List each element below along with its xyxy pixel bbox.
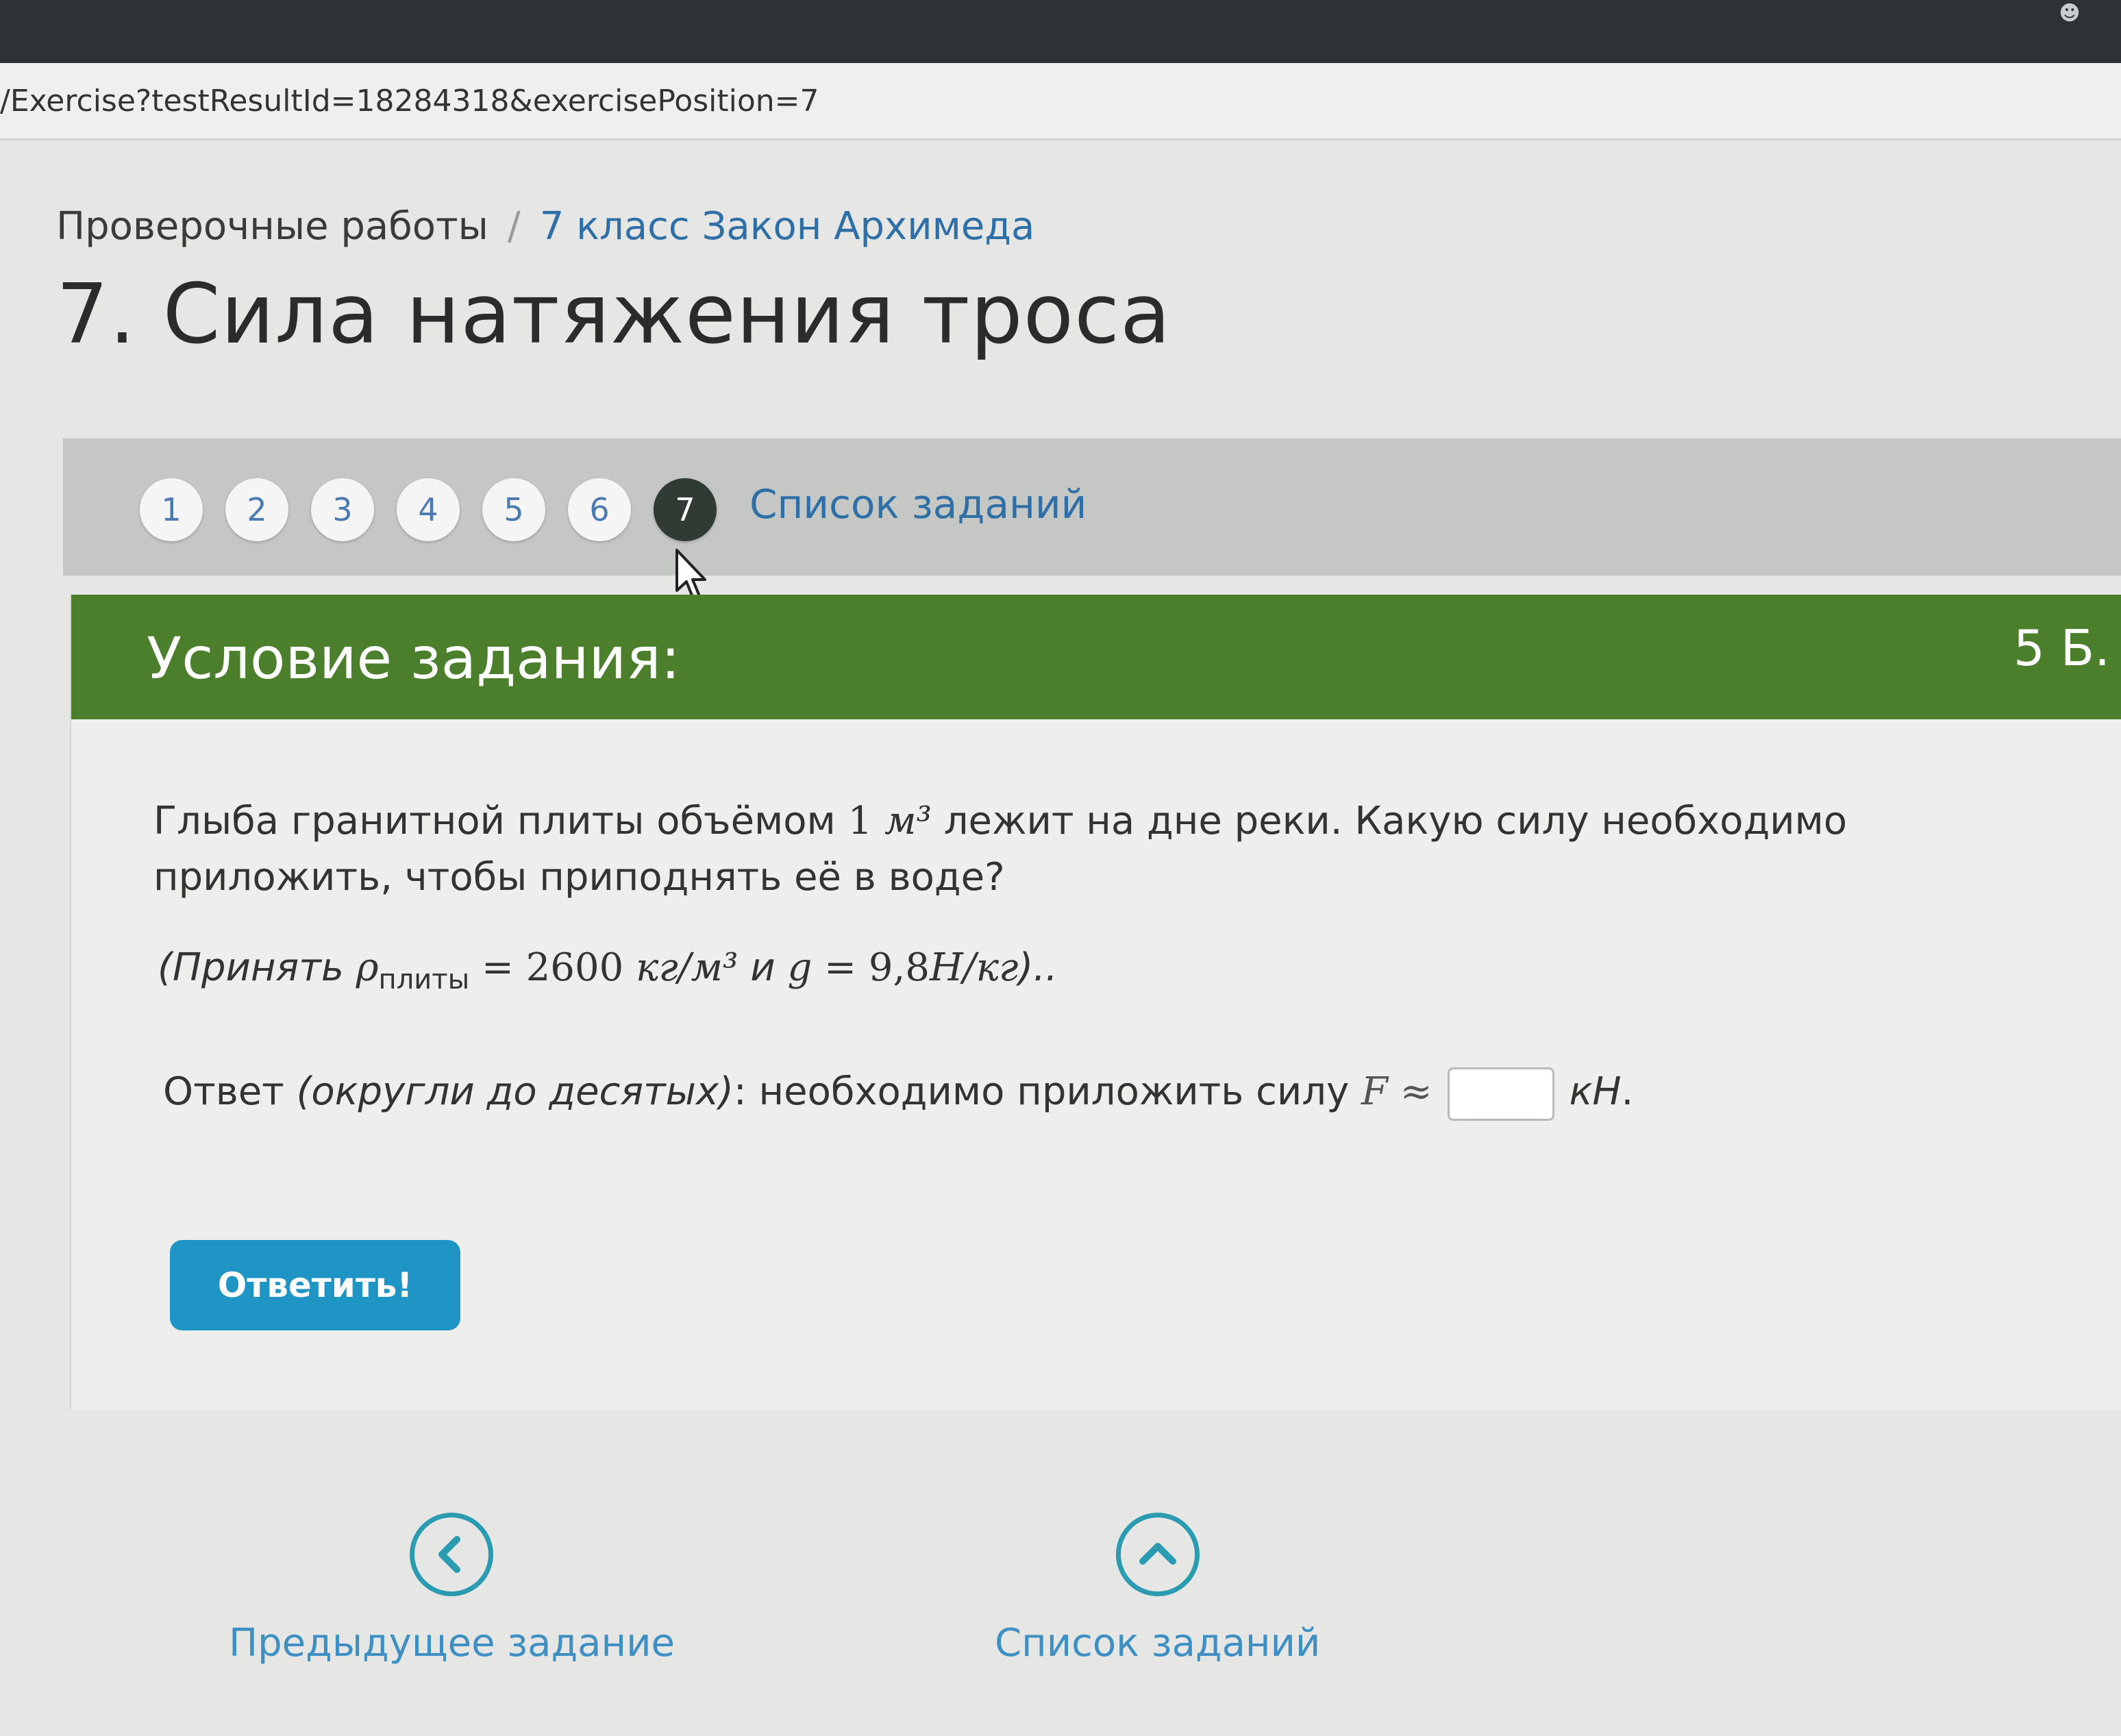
- answer-hint: (округли до десятых): [296, 1069, 734, 1115]
- task-list-nav[interactable]: Список заданий: [995, 1513, 1320, 1665]
- answer-line: Ответ (округли до десятых): необходимо п…: [163, 1067, 1633, 1121]
- g-unit: Н/кг: [929, 945, 1019, 990]
- step-3-button[interactable]: 3: [311, 478, 374, 541]
- rho-unit: кг/м³: [636, 945, 739, 990]
- browser-topbar: ☻: [0, 0, 2121, 63]
- given-values: (Принять ρплиты = 2600 кг/м³ и g = 9,8Н/…: [158, 945, 1058, 995]
- step-6-button[interactable]: 6: [568, 478, 631, 541]
- answer-middle: : необходимо приложить силу: [733, 1069, 1362, 1115]
- person-icon[interactable]: ☻: [2046, 0, 2094, 30]
- address-bar[interactable]: /Exercise?testResultId=18284318&exercise…: [0, 63, 2121, 140]
- previous-task-label[interactable]: Предыдущее задание: [229, 1621, 675, 1665]
- step-1-button[interactable]: 1: [140, 478, 203, 541]
- url-text[interactable]: /Exercise?testResultId=18284318&exercise…: [0, 84, 819, 119]
- chevron-left-icon[interactable]: [410, 1513, 494, 1596]
- question-part-1: Глыба гранитной плиты объёмом: [153, 799, 848, 843]
- given-suffix: )..: [1018, 945, 1058, 990]
- given-prefix: (Принять: [158, 945, 356, 990]
- rho-value: = 2600: [469, 945, 636, 990]
- rho-subscript: плиты: [378, 964, 470, 996]
- rho-symbol: ρ: [356, 945, 379, 990]
- submit-button[interactable]: Ответить!: [170, 1240, 460, 1330]
- and-word: и: [738, 945, 788, 990]
- step-4-button[interactable]: 4: [397, 478, 460, 541]
- chevron-up-icon[interactable]: [1115, 1513, 1200, 1596]
- breadcrumb-root[interactable]: Проверочные работы: [56, 204, 488, 249]
- task-list-link[interactable]: Список заданий: [749, 481, 1087, 528]
- task-panel: Условие задания: 5 Б. Глыба гранитной пл…: [70, 595, 2121, 1410]
- answer-unit: кН: [1569, 1069, 1622, 1115]
- breadcrumb-separator: /: [507, 204, 521, 249]
- breadcrumb-current[interactable]: 7 класс Закон Архимеда: [540, 204, 1035, 249]
- g-value: = 9,8: [812, 945, 930, 990]
- page-title: 7. Сила натяжения троса: [56, 267, 1171, 362]
- answer-prefix: Ответ: [163, 1069, 297, 1115]
- answer-suffix: .: [1621, 1069, 1634, 1115]
- step-7-button[interactable]: 7: [654, 478, 717, 541]
- volume-unit: м³: [884, 799, 932, 843]
- task-points: 5 Б.: [2013, 619, 2110, 677]
- previous-task-nav[interactable]: Предыдущее задание: [229, 1513, 675, 1665]
- force-symbol: F ≈: [1361, 1069, 1432, 1115]
- volume-value: 1: [847, 799, 873, 843]
- breadcrumb: Проверочные работы / 7 класс Закон Архимед…: [56, 204, 1034, 249]
- g-symbol: g: [787, 945, 813, 990]
- step-2-button[interactable]: 2: [225, 478, 288, 541]
- step-5-button[interactable]: 5: [482, 478, 545, 541]
- task-header: Условие задания: 5 Б.: [71, 595, 2121, 719]
- task-header-title: Условие задания:: [147, 625, 680, 692]
- question-text: Глыба гранитной плиты объёмом 1 м³ лежит…: [153, 793, 1969, 906]
- answer-input[interactable]: [1447, 1067, 1554, 1121]
- task-list-label[interactable]: Список заданий: [995, 1621, 1320, 1665]
- task-navigation: 1 2 3 4 5 6 7 Список заданий: [63, 438, 2121, 575]
